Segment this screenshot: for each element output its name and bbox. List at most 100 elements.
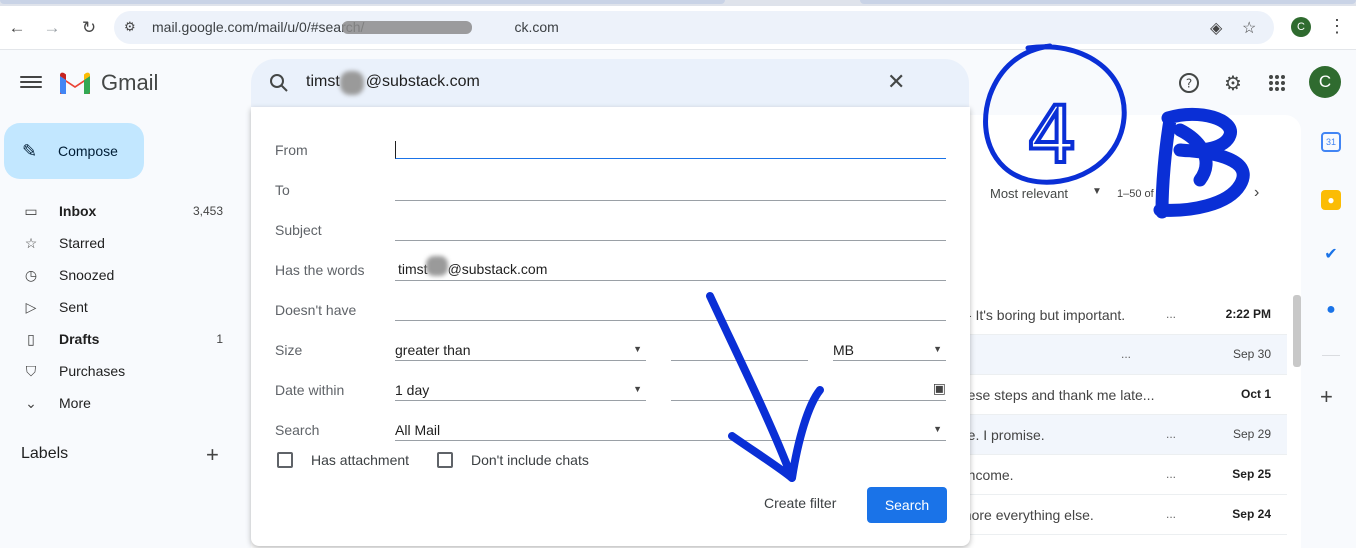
doesnt-have-label: Doesn't have bbox=[275, 302, 357, 318]
sidebar-item-label: Starred bbox=[59, 235, 105, 251]
message-row[interactable]: me. I promise. ... Sep 29 bbox=[941, 415, 1287, 455]
search-scope-select[interactable]: All Mail ▼ bbox=[395, 419, 946, 441]
sidebar-item-label: Sent bbox=[59, 299, 88, 315]
advanced-search-panel: From To Subject Has the words timst @subs… bbox=[251, 107, 970, 546]
sidebar-item-inbox[interactable]: ▭ Inbox 3,453 bbox=[0, 195, 240, 227]
browser-menu-icon[interactable]: ⋮ bbox=[1328, 16, 1346, 37]
add-label-icon[interactable]: + bbox=[206, 442, 219, 468]
sidebar-item-sent[interactable]: ▷ Sent bbox=[0, 291, 240, 323]
message-date: 2:22 PM bbox=[1225, 307, 1271, 321]
app-name: Gmail bbox=[101, 70, 159, 95]
search-icon[interactable] bbox=[267, 71, 291, 95]
has-attachment-checkbox[interactable] bbox=[277, 452, 293, 468]
from-row: From bbox=[275, 117, 947, 159]
date-within-row: Date within 1 day ▼ ▣ bbox=[275, 357, 947, 401]
size-unit-value: MB bbox=[833, 342, 854, 358]
clear-search-icon[interactable]: ✕ bbox=[887, 69, 905, 95]
message-row[interactable]: s - It's boring but important. ... 2:22 … bbox=[941, 295, 1287, 335]
apps-grid-icon[interactable] bbox=[1265, 71, 1289, 95]
dont-include-chats-label: Don't include chats bbox=[471, 452, 589, 468]
browser-tab-right[interactable] bbox=[860, 0, 1356, 4]
chevron-down-icon: ⌄ bbox=[25, 394, 37, 411]
sidebar-item-more[interactable]: ⌄ More bbox=[0, 387, 240, 419]
message-ellipsis: ... bbox=[1121, 347, 1132, 361]
draft-count: 1 bbox=[216, 332, 223, 346]
search-scope-label: Search bbox=[275, 422, 320, 438]
add-addon-icon[interactable]: + bbox=[1320, 384, 1333, 410]
search-button[interactable]: Search bbox=[867, 487, 947, 523]
size-operator-value: greater than bbox=[395, 342, 471, 358]
sidebar-item-starred[interactable]: ☆ Starred bbox=[0, 227, 240, 259]
has-words-value: timst @substack.com bbox=[398, 261, 548, 277]
dropdown-arrow-icon: ▼ bbox=[633, 344, 642, 354]
browser-toolbar: ← → ↻ ⚙ mail.google.com/mail/u/0/#search… bbox=[0, 6, 1356, 50]
message-date: Sep 29 bbox=[1232, 427, 1271, 441]
sidebar-item-label: Inbox bbox=[59, 203, 97, 219]
sidebar-item-label: Snoozed bbox=[59, 267, 115, 283]
tasks-icon[interactable]: ✔ bbox=[1321, 244, 1341, 264]
pencil-icon: ✎ bbox=[22, 140, 38, 161]
forward-icon[interactable]: → bbox=[40, 16, 64, 40]
next-page-icon[interactable]: › bbox=[1254, 184, 1259, 202]
search-input[interactable]: timst @substack.com bbox=[306, 73, 480, 91]
doesnt-have-row: Doesn't have bbox=[275, 277, 947, 321]
sidebar-item-snoozed[interactable]: ◷ Snoozed bbox=[0, 259, 240, 291]
side-panel-divider bbox=[1322, 355, 1340, 356]
date-within-label: Date within bbox=[275, 382, 345, 398]
scrollbar[interactable] bbox=[1293, 295, 1301, 367]
account-avatar[interactable]: C bbox=[1309, 66, 1341, 98]
settings-gear-icon[interactable]: ⚙ bbox=[1221, 71, 1245, 95]
sort-arrow-icon[interactable]: ▼ bbox=[1092, 186, 1102, 197]
browser-profile-avatar[interactable]: C bbox=[1291, 17, 1311, 37]
sidebar-item-purchases[interactable]: ⛉ Purchases bbox=[0, 355, 240, 387]
calendar-icon[interactable]: 31 bbox=[1321, 132, 1341, 152]
draft-icon: ▯ bbox=[27, 330, 35, 347]
message-row[interactable]: gnore everything else. ... Sep 24 bbox=[941, 495, 1287, 535]
contacts-icon[interactable]: ● bbox=[1321, 300, 1341, 320]
redacted-url-segment bbox=[342, 21, 472, 34]
install-app-icon[interactable]: ◈ bbox=[1210, 18, 1222, 38]
search-scope-value: All Mail bbox=[395, 422, 441, 438]
message-ellipsis: ... bbox=[1166, 307, 1177, 321]
has-attachment-label: Has attachment bbox=[311, 452, 410, 468]
message-date: Sep 25 bbox=[1232, 467, 1271, 481]
bag-icon: ⛉ bbox=[25, 362, 37, 379]
search-bar[interactable]: timst @substack.com ✕ bbox=[251, 59, 969, 107]
labels-heading: Labels bbox=[21, 445, 69, 462]
redacted-query-segment bbox=[426, 256, 448, 276]
star-icon: ☆ bbox=[24, 234, 38, 251]
site-settings-icon[interactable]: ⚙ bbox=[124, 19, 142, 37]
message-row[interactable]: r income. ... Sep 25 bbox=[941, 455, 1287, 495]
size-row: Size greater than ▼ MB ▼ bbox=[275, 317, 947, 361]
message-date: Oct 1 bbox=[1240, 387, 1271, 401]
to-row: To bbox=[275, 157, 947, 201]
browser-tab-left[interactable] bbox=[0, 0, 725, 4]
bookmark-star-icon[interactable]: ☆ bbox=[1242, 18, 1256, 38]
message-row[interactable]: these steps and thank me late... Oct 1 bbox=[941, 375, 1287, 415]
to-label: To bbox=[275, 182, 290, 198]
help-icon[interactable]: ? bbox=[1177, 71, 1201, 95]
reload-icon[interactable]: ↻ bbox=[77, 16, 101, 40]
main-menu-icon[interactable] bbox=[20, 73, 42, 93]
calendar-picker-icon[interactable]: ▣ bbox=[933, 380, 946, 397]
sidebar-nav: ▭ Inbox 3,453 ☆ Starred ◷ Snoozed ▷ Sent… bbox=[0, 195, 240, 419]
from-label: From bbox=[275, 142, 308, 158]
compose-button[interactable]: ✎ Compose bbox=[4, 123, 144, 179]
dont-include-chats-checkbox[interactable] bbox=[437, 452, 453, 468]
back-icon[interactable]: ← bbox=[5, 16, 29, 40]
message-date: Sep 24 bbox=[1232, 507, 1271, 521]
sort-dropdown[interactable]: Most relevant bbox=[990, 186, 1068, 201]
subject-label: Subject bbox=[275, 222, 322, 238]
sidebar-item-drafts[interactable]: ▯ Drafts 1 bbox=[0, 323, 240, 355]
send-icon: ▷ bbox=[25, 298, 37, 315]
subject-row: Subject bbox=[275, 197, 947, 241]
dropdown-arrow-icon: ▼ bbox=[633, 384, 642, 394]
redacted-query-segment bbox=[340, 71, 364, 95]
dropdown-arrow-icon: ▼ bbox=[933, 344, 942, 354]
message-row[interactable]: ... Sep 30 bbox=[941, 335, 1287, 375]
address-bar[interactable]: ⚙ mail.google.com/mail/u/0/#search/ck.co… bbox=[114, 11, 1274, 44]
dropdown-arrow-icon: ▼ bbox=[933, 424, 942, 434]
keep-icon[interactable]: ● bbox=[1321, 190, 1341, 210]
create-filter-button[interactable]: Create filter bbox=[764, 495, 836, 511]
inbox-icon: ▭ bbox=[24, 202, 38, 219]
